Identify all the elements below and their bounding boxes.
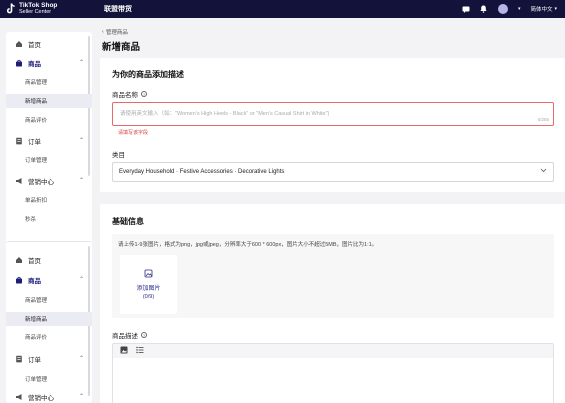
sidebar-item-single-discount[interactable]: 单品折扣 (6, 193, 92, 207)
sidebar-item-products[interactable]: 商品 ⌃ (6, 56, 92, 70)
sidebar-item-label: 商品管理 (25, 298, 48, 304)
category-label-text: 类目 (112, 152, 125, 159)
sidebar-item-marketing[interactable]: 营销中心 ⌃ (6, 174, 92, 188)
megaphone-icon (15, 177, 23, 185)
megaphone-icon (15, 393, 23, 401)
chevron-up-icon: ⌃ (78, 277, 84, 283)
sidebar-item-label: 首页 (28, 42, 41, 49)
help-icon[interactable]: ? (141, 332, 147, 338)
order-list-icon (15, 137, 23, 145)
sidebar-item-order-manage[interactable]: 订单管理 (6, 372, 92, 386)
sidebar-item-label: 商品评价 (25, 335, 48, 341)
sidebar-item-products[interactable]: 商品 ⌃ (6, 273, 92, 287)
breadcrumb[interactable]: ‹ 管理商品 (102, 28, 128, 36)
product-name-label: 商品名称 ? (112, 89, 147, 99)
tiktok-shop-logo[interactable]: TikTok Shop Seller Center (6, 2, 96, 15)
breadcrumb-label: 管理商品 (105, 30, 128, 36)
top-navigation-bar: TikTok Shop Seller Center 联盟带货 ▾ 简体中文 ▾ (0, 0, 565, 18)
product-name-error: 请填写该字段 (118, 130, 149, 136)
sidebar-item-label: 首页 (28, 258, 41, 265)
category-value: Everyday Household · Festive Accessories… (119, 169, 285, 175)
basic-info-card: 基础信息 请上传1-9张图片，格式为png，jpg或jpeg，分辨率大于600 … (100, 204, 565, 403)
sidebar-item-label: 秒杀 (25, 217, 37, 223)
description-card: 为你的商品添加描述 商品名称 ? 0/255 请填写该字段 类目 Everyda… (100, 58, 565, 192)
sidebar-item-label: 商品 (28, 61, 41, 68)
chevron-left-icon: ‹ (102, 29, 104, 35)
sidebar-panel-1: 首页 商品 ⌃ 商品管理 新增商品 商品评价 订单 ⌃ 订单管理 营销中心 ⌃ … (6, 32, 92, 245)
bulleted-list-icon[interactable] (136, 346, 144, 356)
upload-hint: 请上传1-9张图片，格式为png，jpg或jpeg，分辨率大于600 * 600… (118, 242, 378, 248)
sidebar-item-orders[interactable]: 订单 ⌃ (6, 352, 92, 366)
chevron-down-icon (540, 168, 547, 175)
home-icon (15, 256, 23, 264)
description-label: 商品描述 ? (112, 330, 147, 340)
sidebar-item-product-manage[interactable]: 商品管理 (6, 293, 92, 307)
chevron-up-icon: ⌃ (78, 138, 84, 144)
description-label-text: 商品描述 (112, 333, 138, 340)
language-selector[interactable]: 简体中文 ▾ (530, 5, 557, 13)
sidebar-item-label: 营销中心 (28, 395, 54, 402)
category-label: 类目 (112, 149, 125, 159)
sidebar-item-label: 订单管理 (25, 377, 48, 383)
sidebar-panel-2: 首页 商品 ⌃ 商品管理 新增商品 商品评价 订单 ⌃ 订单管理 营销中心 ⌃ (6, 241, 92, 403)
sidebar-item-home[interactable]: 首页 (6, 37, 92, 51)
character-counter: 0/255 (537, 117, 549, 122)
add-image-button[interactable]: 添加图片 (0/9) (120, 255, 177, 314)
sidebar-item-label: 订单 (28, 357, 41, 364)
shopping-bag-icon (15, 276, 23, 284)
top-nav-title[interactable]: 联盟带货 (104, 4, 132, 14)
sidebar-item-label: 商品评价 (25, 118, 48, 124)
chevron-up-icon: ⌃ (78, 60, 84, 66)
sidebar-item-flash-sale[interactable]: 秒杀 (6, 212, 92, 226)
sidebar-item-product-manage[interactable]: 商品管理 (6, 75, 92, 89)
category-select[interactable]: Everyday Household · Festive Accessories… (112, 162, 554, 182)
message-icon[interactable] (462, 5, 470, 13)
section-title-description: 为你的商品添加描述 (112, 70, 184, 79)
sidebar-item-order-manage[interactable]: 订单管理 (6, 153, 92, 167)
sidebar-item-label: 新增商品 (25, 317, 48, 323)
sidebar: 首页 商品 ⌃ 商品管理 新增商品 商品评价 订单 ⌃ 订单管理 营销中心 ⌃ … (0, 18, 95, 403)
shopping-bag-icon (15, 59, 23, 67)
help-icon[interactable]: ? (141, 91, 147, 97)
description-editor[interactable] (112, 343, 554, 403)
sidebar-item-home[interactable]: 首页 (6, 253, 92, 267)
sidebar-item-label: 单品折扣 (25, 198, 48, 204)
account-chevron-down-icon[interactable]: ▾ (518, 6, 521, 12)
chevron-up-icon: ⌃ (78, 178, 84, 184)
tiktok-logo-icon (6, 3, 16, 15)
chevron-up-icon: ⌃ (78, 394, 84, 400)
product-name-input[interactable] (113, 103, 513, 125)
page-title: 新增商品 (102, 42, 141, 53)
image-count: (0/9) (142, 294, 155, 300)
editor-toolbar (113, 344, 553, 358)
home-icon (15, 40, 23, 48)
sidebar-item-orders[interactable]: 订单 ⌃ (6, 134, 92, 148)
sidebar-item-label: 订单 (28, 139, 41, 146)
sidebar-item-product-review[interactable]: 商品评价 (6, 113, 92, 127)
image-upload-icon (144, 269, 153, 278)
sidebar-item-label: 商品 (28, 278, 41, 285)
insert-image-icon[interactable] (120, 346, 128, 356)
image-upload-area: 请上传1-9张图片，格式为png，jpg或jpeg，分辨率大于600 * 600… (112, 234, 554, 318)
add-image-label: 添加图片 (136, 286, 161, 292)
sidebar-item-marketing[interactable]: 营销中心 ⌃ (6, 390, 92, 403)
chevron-up-icon: ⌃ (78, 356, 84, 362)
order-list-icon (15, 355, 23, 363)
sidebar-item-label: 营销中心 (28, 179, 54, 186)
product-name-label-text: 商品名称 (112, 92, 138, 99)
sidebar-item-label: 新增商品 (25, 99, 48, 105)
sidebar-item-product-review[interactable]: 商品评价 (6, 330, 92, 344)
sidebar-item-add-product[interactable]: 新增商品 (6, 94, 92, 108)
product-name-field[interactable]: 0/255 (112, 102, 554, 126)
sidebar-item-label: 订单管理 (25, 158, 48, 164)
user-avatar[interactable] (497, 4, 508, 14)
section-title-basic-info: 基础信息 (112, 217, 144, 226)
language-label: 简体中文 (530, 7, 553, 13)
sidebar-item-label: 商品管理 (25, 80, 48, 86)
sidebar-item-add-product[interactable]: 新增商品 (6, 312, 92, 326)
logo-line-2: Seller Center (19, 9, 52, 15)
bell-icon[interactable] (480, 5, 488, 13)
language-chevron-down-icon: ▾ (554, 6, 557, 12)
